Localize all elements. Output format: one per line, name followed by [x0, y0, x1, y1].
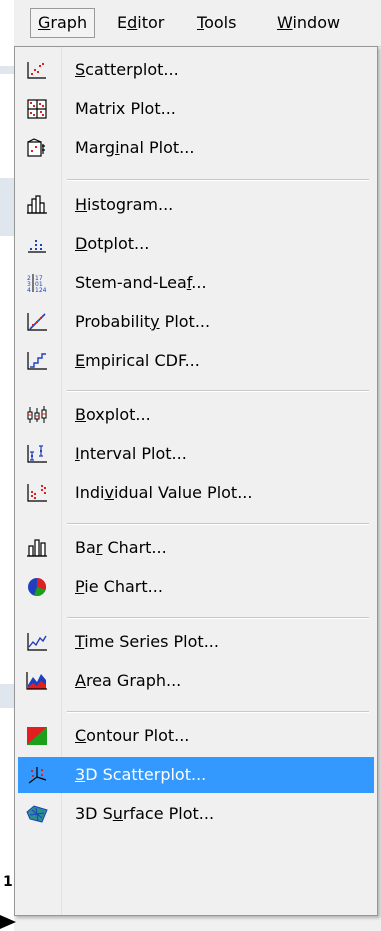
menu-item-label: Interval Plot...	[75, 444, 187, 463]
menu-item-pie-chart[interactable]: Pie Chart...	[18, 569, 374, 605]
menu-item-label: Area Graph...	[75, 671, 182, 690]
menu-item-3d-scatterplot[interactable]: 3D Scatterplot...	[18, 757, 374, 793]
menu-item-label: 3D Surface Plot...	[75, 804, 215, 823]
menu-separator	[67, 523, 369, 525]
menu-item-3d-surface-plot[interactable]: 3D Surface Plot...	[18, 796, 374, 832]
histogram-icon	[27, 195, 47, 214]
probability-plot-icon	[27, 313, 47, 331]
menu-separator	[67, 390, 369, 392]
svg-text:4: 4	[27, 287, 31, 293]
menu-editor[interactable]: Editor	[110, 8, 171, 38]
menu-item-boxplot[interactable]: Boxplot...	[18, 397, 374, 433]
menu-separator	[67, 179, 369, 181]
matrix-plot-icon	[27, 99, 47, 119]
menu-item-label: Histogram...	[75, 195, 174, 214]
menu-separator	[67, 711, 369, 713]
menu-item-individual-value-plot[interactable]: Individual Value Plot...	[18, 475, 374, 511]
menu-item-contour-plot[interactable]: Contour Plot...	[18, 718, 374, 754]
menu-item-label: Bar Chart...	[75, 538, 167, 557]
menu-item-label: Empirical CDF...	[75, 351, 200, 370]
menu-item-label: Marginal Plot...	[75, 138, 195, 157]
menu-item-matrix-plot[interactable]: Matrix Plot...	[18, 91, 374, 127]
menu-item-dotplot[interactable]: Dotplot...	[18, 226, 374, 262]
graph-menu: Scatterplot... Matrix Plot... Marginal P…	[14, 46, 378, 916]
background-fragment	[0, 178, 14, 236]
background-window	[0, 0, 14, 931]
menu-item-label: Time Series Plot...	[75, 632, 219, 651]
menu-item-label: Dotplot...	[75, 234, 150, 253]
menu-tools[interactable]: Tools	[190, 8, 243, 38]
menu-item-marginal-plot[interactable]: Marginal Plot...	[18, 130, 374, 166]
menu-item-label: Pie Chart...	[75, 577, 163, 596]
background-text: 1	[3, 874, 13, 890]
menu-item-label: Boxplot...	[75, 405, 151, 424]
menu-item-scatterplot[interactable]: Scatterplot...	[18, 52, 374, 88]
3d-scatterplot-icon	[28, 767, 47, 784]
menu-item-label: Stem-and-Leaf...	[75, 273, 207, 292]
background-fragment	[0, 66, 14, 74]
interval-plot-icon	[27, 445, 47, 463]
menu-item-label: 3D Scatterplot...	[75, 765, 207, 784]
menu-item-empirical-cdf[interactable]: Empirical CDF...	[18, 343, 374, 379]
individual-value-plot-icon	[27, 484, 47, 502]
menu-item-label: Scatterplot...	[75, 60, 179, 79]
menu-item-stem-and-leaf[interactable]: 2 3 4 17 01 124 Stem-and-Leaf...	[18, 265, 374, 301]
menu-item-probability-plot[interactable]: Probability Plot...	[18, 304, 374, 340]
background-fragment	[0, 684, 14, 708]
svg-text:124: 124	[35, 287, 47, 293]
menu-separator	[67, 617, 369, 619]
pie-chart-icon	[28, 578, 47, 597]
bar-chart-icon	[27, 539, 47, 557]
menu-window[interactable]: Window	[270, 8, 347, 38]
menu-graph[interactable]: Graph	[30, 8, 96, 38]
menu-item-label: Individual Value Plot...	[75, 483, 253, 502]
menu-item-area-graph[interactable]: Area Graph...	[18, 663, 374, 699]
empirical-cdf-icon	[27, 352, 47, 370]
area-graph-icon	[26, 672, 47, 690]
menu-item-histogram[interactable]: Histogram...	[18, 187, 374, 223]
stem-and-leaf-icon: 2 3 4 17 01 124	[27, 274, 47, 293]
time-series-plot-icon	[27, 633, 47, 651]
boxplot-icon	[27, 406, 47, 423]
menu-item-label: Contour Plot...	[75, 726, 190, 745]
menu-item-time-series-plot[interactable]: Time Series Plot...	[18, 624, 374, 660]
3d-surface-plot-icon	[26, 805, 48, 823]
menu-item-bar-chart[interactable]: Bar Chart...	[18, 530, 374, 566]
contour-plot-icon	[27, 727, 47, 745]
menu-item-label: Probability Plot...	[75, 312, 211, 331]
menubar: Graph Editor Tools Window	[14, 0, 381, 47]
marginal-plot-icon	[27, 138, 45, 157]
menu-item-interval-plot[interactable]: Interval Plot...	[18, 436, 374, 472]
scatterplot-icon	[27, 62, 46, 79]
mouse-cursor-icon	[0, 915, 16, 929]
dotplot-icon	[28, 240, 46, 253]
menu-item-label: Matrix Plot...	[75, 99, 176, 118]
